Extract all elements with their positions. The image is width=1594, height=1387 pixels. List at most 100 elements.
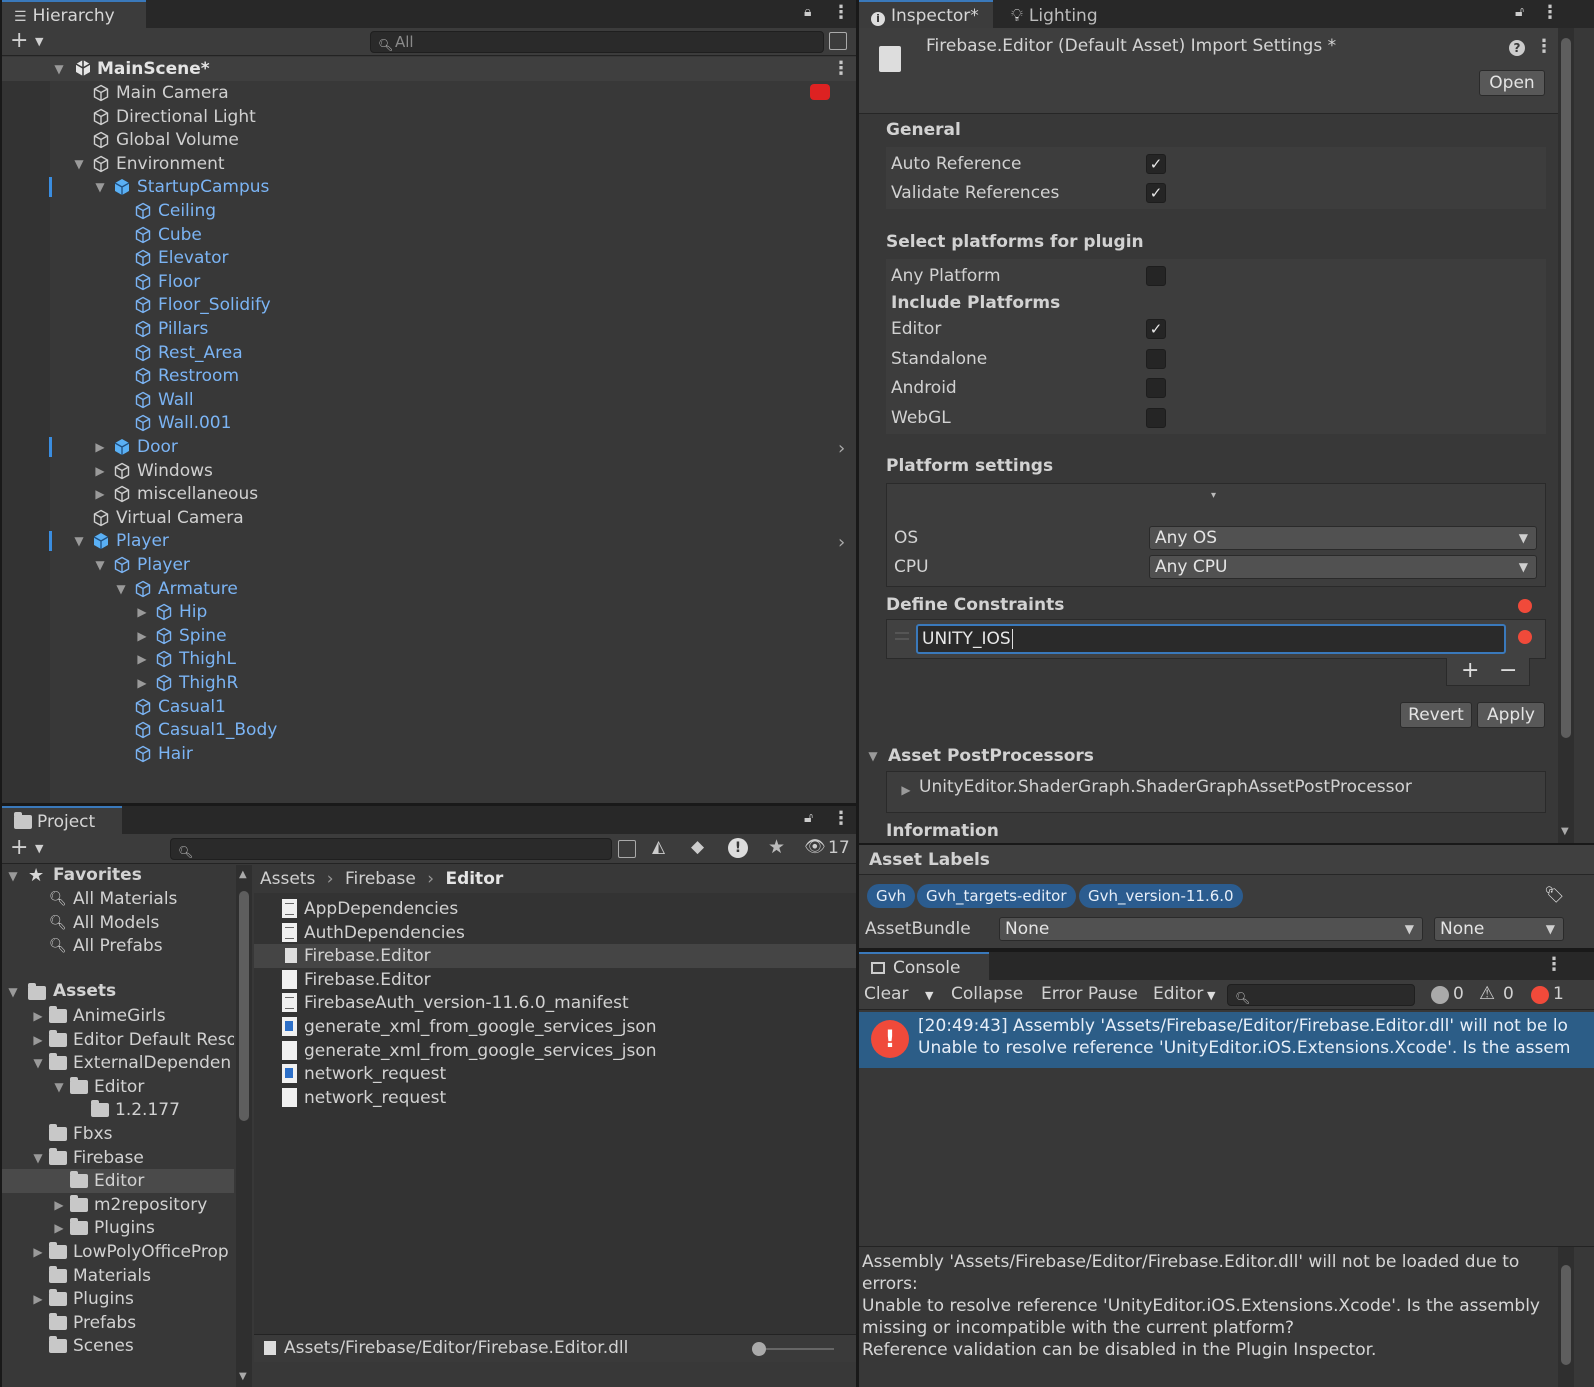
collapse-arrow-icon[interactable]: ▼: [93, 175, 107, 199]
collapse-arrow-icon[interactable]: ▼: [31, 1051, 45, 1075]
hierarchy-item[interactable]: ▶ ThighR: [2, 671, 856, 695]
hierarchy-item[interactable]: Casual1: [2, 695, 856, 719]
editor-platform-checkbox[interactable]: ✓: [1146, 319, 1166, 339]
hierarchy-item[interactable]: Wall.001: [2, 411, 856, 435]
hierarchy-item[interactable]: ▶ miscellaneous: [2, 482, 856, 506]
clear-button[interactable]: Clear: [864, 984, 908, 1004]
lock-icon[interactable]: 🔓︎: [804, 810, 813, 826]
collapse-button[interactable]: Collapse: [951, 984, 1023, 1004]
folder-item[interactable]: Materials: [2, 1264, 234, 1288]
warning-icon[interactable]: ⚠: [1479, 983, 1495, 1004]
error-icon[interactable]: [1531, 986, 1549, 1004]
file-item[interactable]: FirebaseAuth_version-11.6.0_manifest: [254, 991, 856, 1015]
asset-label-chip[interactable]: Gvh_version-11.6.0: [1079, 884, 1243, 908]
hierarchy-item[interactable]: ▶ Windows: [2, 459, 856, 483]
folder-item[interactable]: ▶ Plugins: [2, 1287, 234, 1311]
folder-item[interactable]: Scenes: [2, 1334, 234, 1358]
add-icon[interactable]: +: [1461, 658, 1479, 683]
console-log-entry[interactable]: ! [20:49:43] Assembly 'Assets/Firebase/E…: [859, 1012, 1594, 1068]
file-item[interactable]: AuthDependencies: [254, 921, 856, 945]
detail-scrollbar[interactable]: [1558, 1247, 1574, 1387]
expand-arrow-icon[interactable]: ▶: [31, 1287, 45, 1311]
expand-arrow-icon[interactable]: ▶: [93, 435, 107, 459]
icon-size-slider-handle[interactable]: [752, 1342, 766, 1356]
revert-button[interactable]: Revert: [1400, 702, 1472, 728]
os-dropdown[interactable]: Any OS ▼: [1149, 526, 1537, 550]
chevron-down-icon[interactable]: ▼: [35, 842, 43, 855]
scroll-thumb[interactable]: [1561, 1265, 1571, 1365]
tab-console[interactable]: Console: [859, 952, 989, 980]
assetbundle-dropdown[interactable]: None ▼: [999, 917, 1423, 941]
log-icon[interactable]: [1431, 986, 1449, 1004]
expand-arrow-icon[interactable]: ▶: [31, 1240, 45, 1264]
file-item[interactable]: Firebase.Editor: [254, 944, 856, 969]
hierarchy-item[interactable]: Main Camera: [2, 81, 856, 105]
breadcrumb-item[interactable]: Editor: [445, 869, 503, 889]
asset-label-chip[interactable]: Gvh: [867, 884, 916, 908]
chevron-down-icon[interactable]: ▼: [35, 35, 43, 48]
hierarchy-item[interactable]: Pillars: [2, 317, 856, 341]
scroll-thumb[interactable]: [239, 891, 249, 1121]
hierarchy-item[interactable]: Global Volume: [2, 128, 856, 152]
favorites-item[interactable]: 🔍︎ All Models: [2, 911, 234, 935]
clear-options-icon[interactable]: ▼: [925, 989, 933, 1002]
hierarchy-item[interactable]: ▶ ThighL: [2, 647, 856, 671]
collapse-arrow-icon[interactable]: ▼: [72, 529, 86, 553]
expand-arrow-icon[interactable]: ▶: [52, 1216, 66, 1240]
hierarchy-item[interactable]: ▼ Environment: [2, 152, 856, 176]
hierarchy-item[interactable]: Directional Light: [2, 105, 856, 129]
expand-arrow-icon[interactable]: ▶: [93, 459, 107, 483]
hierarchy-item[interactable]: Cube: [2, 223, 856, 247]
folder-item[interactable]: Prefabs: [2, 1311, 234, 1335]
lock-icon[interactable]: 🔒︎: [804, 4, 811, 20]
folder-item[interactable]: Editor: [2, 1169, 234, 1194]
any-platform-checkbox[interactable]: [1146, 266, 1166, 286]
tab-project[interactable]: Project: [2, 806, 122, 834]
scene-row[interactable]: ▼ MainScene* ⋮: [2, 57, 856, 81]
define-constraint-input[interactable]: UNITY_IOS: [916, 624, 1506, 654]
scroll-up-icon[interactable]: ▲: [239, 869, 247, 880]
expand-arrow-icon[interactable]: ▶: [31, 1028, 45, 1052]
project-menu-icon[interactable]: ⋮: [832, 808, 850, 829]
apply-button[interactable]: Apply: [1477, 702, 1545, 728]
folder-item[interactable]: ▼ Editor: [2, 1075, 234, 1099]
remove-icon[interactable]: −: [1499, 658, 1517, 683]
expand-arrow-icon[interactable]: ▶: [135, 624, 149, 648]
open-button[interactable]: Open: [1479, 70, 1545, 96]
filter-by-type-icon[interactable]: ◭: [652, 837, 665, 857]
folder-item[interactable]: ▶ AnimeGirls: [2, 1004, 234, 1028]
hierarchy-item[interactable]: Rest_Area: [2, 341, 856, 365]
error-pause-button[interactable]: Error Pause: [1041, 984, 1138, 1004]
hierarchy-item[interactable]: Floor_Solidify: [2, 293, 856, 317]
hierarchy-item[interactable]: ▶ Door: [2, 435, 856, 459]
folder-item[interactable]: 1.2.177: [2, 1098, 234, 1122]
expand-arrow-icon[interactable]: ▶: [899, 783, 913, 797]
hierarchy-item[interactable]: Hair: [2, 742, 856, 766]
tab-hierarchy[interactable]: ☰ Hierarchy: [2, 0, 146, 28]
folder-item[interactable]: ▶ Editor Default Reso: [2, 1028, 234, 1052]
lock-icon[interactable]: 🔓︎: [1515, 4, 1524, 20]
component-menu-icon[interactable]: ⋮: [1535, 36, 1553, 57]
chevron-right-icon[interactable]: ›: [838, 438, 845, 459]
star-icon[interactable]: ★: [768, 836, 785, 858]
folder-item[interactable]: ▼ Firebase: [2, 1146, 234, 1170]
folder-item[interactable]: ▶ Plugins: [2, 1216, 234, 1240]
file-item[interactable]: AppDependencies: [254, 897, 856, 921]
webgl-platform-checkbox[interactable]: [1146, 408, 1166, 428]
inspector-scrollbar[interactable]: ▼: [1558, 28, 1574, 843]
collapse-arrow-icon[interactable]: ▼: [114, 577, 128, 601]
collapse-arrow-icon[interactable]: ▼: [52, 1075, 66, 1099]
collapse-arrow-icon[interactable]: ▼: [72, 152, 86, 176]
expand-arrow-icon[interactable]: ▼: [6, 869, 20, 883]
expand-arrow-icon[interactable]: ▼: [52, 57, 66, 81]
chevron-down-icon[interactable]: ▼: [1207, 989, 1215, 1002]
hierarchy-item[interactable]: Floor: [2, 270, 856, 294]
expand-arrow-icon[interactable]: ▶: [135, 671, 149, 695]
tag-icon[interactable]: 🏷︎: [1544, 885, 1564, 904]
scene-menu-icon[interactable]: ⋮: [832, 57, 850, 81]
folder-item[interactable]: ▶ m2repository: [2, 1193, 234, 1217]
filter-by-label-icon[interactable]: ◆: [691, 837, 704, 857]
help-icon[interactable]: ?: [1509, 40, 1525, 56]
expand-arrow-icon[interactable]: ▶: [52, 1193, 66, 1217]
favorites-item[interactable]: 🔍︎ All Prefabs: [2, 934, 234, 958]
